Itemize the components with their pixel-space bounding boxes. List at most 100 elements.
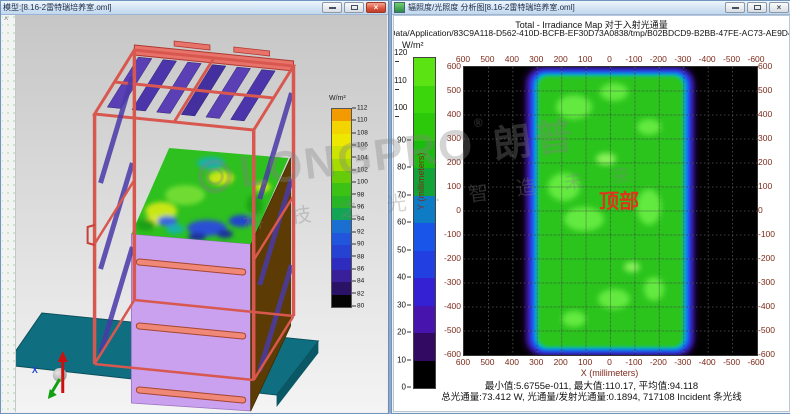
model-window-titlebar[interactable]: 模型:[8.16-2雷特瑞培养室.oml] ×	[1, 1, 388, 15]
stats-line-2: 总光通量:73.412 W, 光通量/发射光通量:0.1894, 717108 …	[394, 393, 789, 404]
model-window: 模型:[8.16-2雷特瑞培养室.oml] × ˄	[0, 0, 389, 414]
x-tick-label: 100	[578, 54, 592, 64]
legend-tick-label: 112	[352, 105, 367, 112]
minimize-button[interactable]	[322, 2, 342, 13]
collapsed-panel-strip[interactable]: ˄	[2, 15, 16, 412]
irradiance-map-window: 辐照度/光照度 分析图[8.16-2雷特瑞培养室.oml] × Total - …	[391, 0, 790, 414]
legend-segment	[332, 159, 351, 171]
y-tick-label: -200	[758, 253, 775, 263]
y-tick-label: 600	[447, 61, 461, 71]
model-3d-viewport[interactable]: X W/m² 112110108106104102100989694929088…	[16, 15, 387, 412]
legend-tick-label: 100	[352, 179, 368, 186]
y-tick-label: 300	[758, 133, 772, 143]
x-axis-label: X	[32, 365, 38, 375]
legend-tick-label: 104	[352, 154, 368, 161]
y-tick-label: -100	[758, 229, 775, 239]
legend-segment	[332, 258, 351, 270]
y-tick-label: 500	[447, 85, 461, 95]
x-tick-label: 0	[607, 54, 612, 64]
x-tick-label: 200	[554, 357, 568, 367]
x-tick-label: -400	[699, 54, 716, 64]
maximize-button[interactable]	[344, 2, 364, 13]
x-tick-label: 500	[480, 54, 494, 64]
legend-segment	[332, 183, 351, 195]
y-tick-label: -300	[758, 277, 775, 287]
x-tick-label: -500	[723, 54, 740, 64]
irradiance-legend: W/m² 11211010810610410210098969492908886…	[319, 95, 385, 325]
y-tick-label: 100	[447, 181, 461, 191]
y-tick-label: 0	[456, 205, 461, 215]
maximize-icon	[351, 5, 358, 10]
x-tick-label: 400	[505, 357, 519, 367]
x-tick-label: 400	[505, 54, 519, 64]
legend-segment	[332, 146, 351, 158]
legend-segment	[332, 295, 351, 307]
legend-tick-label: 106	[352, 142, 368, 149]
legend-tick-label: 102	[352, 166, 368, 173]
legend-tick-label: 96	[352, 204, 364, 211]
x-tick-label: -300	[674, 357, 691, 367]
chevron-up-icon: ˄	[4, 16, 8, 23]
legend-segment	[332, 282, 351, 294]
legend-tick-label: 88	[352, 253, 364, 260]
model-window-content: ˄	[2, 15, 387, 412]
y-tick-label: -200	[444, 253, 461, 263]
legend-segment	[332, 134, 351, 146]
y-tick-label: -400	[444, 301, 461, 311]
map-window-content: Total - Irradiance Map 对于入射光通量 ers/Data/…	[393, 15, 790, 412]
y-tick-label: 500	[758, 85, 772, 95]
legend-tick-label: 94	[352, 216, 364, 223]
legend-tick-labels: 1121101081061041021009896949290888684828…	[352, 108, 382, 306]
maximize-button[interactable]	[747, 2, 767, 13]
close-button[interactable]: ×	[769, 2, 789, 13]
legend-tick-label: 90	[352, 241, 364, 248]
y-tick-label: -600	[758, 349, 775, 359]
legend-tick-label: 92	[352, 228, 364, 235]
y-tick-label: 100	[758, 181, 772, 191]
model-window-controls: ×	[322, 2, 386, 13]
y-tick-label: 200	[447, 157, 461, 167]
x-tick-label: -100	[625, 54, 642, 64]
legend-tick-label: 108	[352, 129, 368, 136]
x-tick-label: 100	[578, 357, 592, 367]
y-tick-label: -400	[758, 301, 775, 311]
legend-segment	[332, 121, 351, 133]
y-axis-label: Y (millimeters)	[416, 153, 426, 210]
close-button[interactable]: ×	[366, 2, 386, 13]
x-axis-ticks-bottom: 6005004003002001000-100-200-300-400-500-…	[463, 357, 756, 367]
y-tick-label: 400	[758, 109, 772, 119]
x-tick-label: -200	[650, 54, 667, 64]
y-tick-label: -500	[758, 325, 775, 335]
legend-tick-label: 84	[352, 278, 364, 285]
y-tick-label: 400	[447, 109, 461, 119]
legend-segment	[332, 109, 351, 121]
map-window-titlebar[interactable]: 辐照度/光照度 分析图[8.16-2雷特瑞培养室.oml] ×	[392, 1, 790, 15]
map-statistics: 最小值:5.6755e-011, 最大值:110.17, 平均值:94.118 …	[394, 382, 789, 403]
legend-segment	[332, 233, 351, 245]
y-axis-ticks-left: 6005004003002001000-100-200-300-400-500-…	[437, 66, 461, 354]
x-tick-label: 300	[529, 54, 543, 64]
legend-tick-label: 98	[352, 191, 364, 198]
maximize-icon	[754, 5, 761, 10]
legend-segment	[332, 196, 351, 208]
x-axis-label: X (millimeters)	[463, 368, 756, 378]
model-window-title: 模型:[8.16-2雷特瑞培养室.oml]	[3, 2, 322, 13]
legend-segment	[332, 270, 351, 282]
x-axis-ticks-top: 6005004003002001000-100-200-300-400-500-…	[463, 54, 756, 64]
y-tick-label: -500	[444, 325, 461, 335]
map-window-controls: ×	[725, 2, 789, 13]
x-tick-label: -300	[674, 54, 691, 64]
legend-segment	[332, 245, 351, 257]
y-tick-label: -100	[444, 229, 461, 239]
x-tick-label: 500	[480, 357, 494, 367]
legend-segment	[332, 208, 351, 220]
minimize-button[interactable]	[725, 2, 745, 13]
y-tick-label: -300	[444, 277, 461, 287]
legend-color-scale	[331, 108, 352, 308]
irradiance-heatmap[interactable]: 顶部	[463, 66, 758, 356]
x-tick-label: 0	[607, 357, 612, 367]
minimize-icon	[329, 7, 336, 9]
window-icon	[394, 2, 405, 13]
x-tick-label: -400	[699, 357, 716, 367]
y-axis-ticks-right: 6005004003002001000-100-200-300-400-500-…	[758, 66, 782, 354]
